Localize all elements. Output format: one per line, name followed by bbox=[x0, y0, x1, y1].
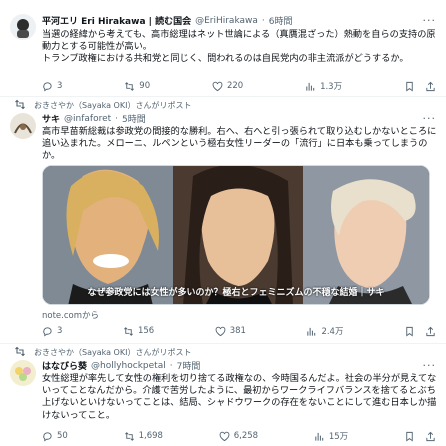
author-handle[interactable]: @infaforet bbox=[64, 114, 111, 124]
reply-count: 3 bbox=[57, 326, 63, 336]
tweet-header: サキ @infaforet · 5時間 ··· bbox=[42, 112, 436, 125]
views-count: 2.4万 bbox=[321, 327, 344, 337]
avatar[interactable] bbox=[10, 14, 36, 40]
tweet[interactable]: 平河エリ Eri Hirakawa | 読む国会 @EriHirakawa · … bbox=[0, 0, 446, 97]
views-button[interactable]: 2.4万 bbox=[306, 325, 343, 337]
tweet-actions: 3 90 220 1.3万 bbox=[42, 80, 436, 92]
bookmark-icon[interactable] bbox=[404, 431, 415, 442]
link-card-source[interactable]: note.comから bbox=[42, 309, 99, 321]
tweet-end-actions bbox=[404, 326, 436, 337]
tweet[interactable]: サキ @infaforet · 5時間 ··· 高市早苗新総裁は参政党の間接的な… bbox=[0, 97, 446, 344]
views-count: 15万 bbox=[328, 432, 349, 442]
avatar-image bbox=[10, 14, 36, 40]
repost-count: 156 bbox=[137, 326, 155, 336]
like-count: 220 bbox=[226, 81, 244, 91]
tweet-time[interactable]: 6時間 bbox=[269, 14, 293, 27]
repost-icon bbox=[123, 326, 133, 336]
views-button[interactable]: 1.3万 bbox=[305, 80, 342, 92]
more-icon[interactable]: ··· bbox=[423, 14, 437, 27]
like-count: 381 bbox=[229, 326, 246, 336]
author-name[interactable]: 平河エリ Eri Hirakawa | 読む国会 bbox=[42, 14, 191, 27]
reply-icon bbox=[43, 326, 52, 337]
repost-button[interactable]: 1,698 bbox=[124, 431, 163, 442]
tweet-time[interactable]: 5時間 bbox=[122, 112, 146, 125]
views-icon bbox=[315, 432, 324, 441]
like-icon bbox=[219, 431, 230, 441]
tweet-end-actions bbox=[404, 431, 436, 442]
tweet-actions: 3 156 381 2.4万 bbox=[42, 325, 436, 337]
views-icon bbox=[307, 327, 316, 336]
reply-button[interactable]: 3 bbox=[42, 326, 62, 337]
avatar[interactable] bbox=[10, 360, 36, 386]
share-icon[interactable] bbox=[425, 326, 436, 337]
like-button[interactable]: 381 bbox=[215, 326, 246, 337]
share-icon[interactable] bbox=[425, 81, 436, 92]
views-button[interactable]: 15万 bbox=[314, 430, 348, 442]
repost-icon bbox=[125, 81, 135, 91]
bookmark-icon[interactable] bbox=[404, 81, 415, 92]
tweet-text: 当選の経緯から考えても、高市総理はネット世論による（真贋混ざった）熱動を自らの支… bbox=[42, 29, 436, 65]
tweet-time-sep: · bbox=[169, 360, 173, 371]
tweet-time-sep: · bbox=[261, 15, 265, 26]
views-count: 1.3万 bbox=[320, 82, 343, 92]
avatar[interactable] bbox=[10, 113, 36, 139]
tweet-time-sep: · bbox=[115, 113, 119, 124]
bookmark-icon[interactable] bbox=[404, 326, 415, 337]
repost-icon bbox=[124, 431, 134, 441]
reply-button[interactable]: 3 bbox=[42, 81, 62, 92]
reply-icon bbox=[43, 81, 52, 92]
repost-count: 90 bbox=[139, 81, 151, 91]
reply-icon bbox=[43, 431, 52, 442]
tweet-header: はなびら葵 @hollyhockpetal · 7時間 ··· bbox=[42, 359, 436, 372]
like-button[interactable]: 220 bbox=[212, 81, 243, 92]
share-icon[interactable] bbox=[425, 431, 436, 442]
more-icon[interactable]: ··· bbox=[423, 359, 437, 372]
like-button[interactable]: 6,258 bbox=[219, 431, 258, 442]
more-icon[interactable]: ··· bbox=[423, 112, 437, 125]
repost-button[interactable]: 90 bbox=[124, 81, 150, 92]
author-handle[interactable]: @hollyhockpetal bbox=[91, 361, 166, 371]
like-icon bbox=[212, 81, 223, 91]
reply-count: 50 bbox=[57, 431, 68, 441]
tweet-text: 高市早苗新総裁は参政党の間接的な勝利。右へ、右へと引っ張られて取り込むしかないと… bbox=[42, 126, 437, 162]
tweet[interactable]: はなびら葵 @hollyhockpetal · 7時間 ··· 女性総理が率先し… bbox=[0, 344, 446, 446]
like-icon bbox=[215, 326, 226, 336]
tweet-header: 平河エリ Eri Hirakawa | 読む国会 @EriHirakawa · … bbox=[42, 14, 436, 27]
avatar-image bbox=[10, 113, 36, 139]
author-handle[interactable]: @EriHirakawa bbox=[195, 16, 258, 26]
link-card-title: なぜ参政党には女性が多いのか？極右とフェミニズムの不穏な結婚｜サキ bbox=[87, 288, 385, 298]
reply-count: 3 bbox=[57, 81, 63, 91]
repost-button[interactable]: 156 bbox=[123, 326, 154, 337]
tweet-time[interactable]: 7時間 bbox=[177, 359, 201, 372]
tweet-text: 女性総理が率先して女性の権利を切り捨てる政権なの、今時国るんだよ。社会の半分が見… bbox=[42, 373, 437, 421]
tweet-actions: 50 1,698 6,258 15万 bbox=[42, 430, 436, 442]
author-name[interactable]: はなびら葵 bbox=[42, 359, 87, 372]
link-card-image[interactable]: なぜ参政党には女性が多いのか？極右とフェミニズムの不穏な結婚｜サキ bbox=[42, 165, 430, 305]
repost-count: 1,698 bbox=[138, 431, 163, 441]
tweet-end-actions bbox=[404, 81, 436, 92]
reply-button[interactable]: 50 bbox=[42, 431, 68, 442]
like-count: 6,258 bbox=[233, 431, 259, 441]
views-icon bbox=[306, 82, 315, 91]
author-name[interactable]: サキ bbox=[42, 112, 60, 125]
avatar-image bbox=[10, 360, 36, 386]
